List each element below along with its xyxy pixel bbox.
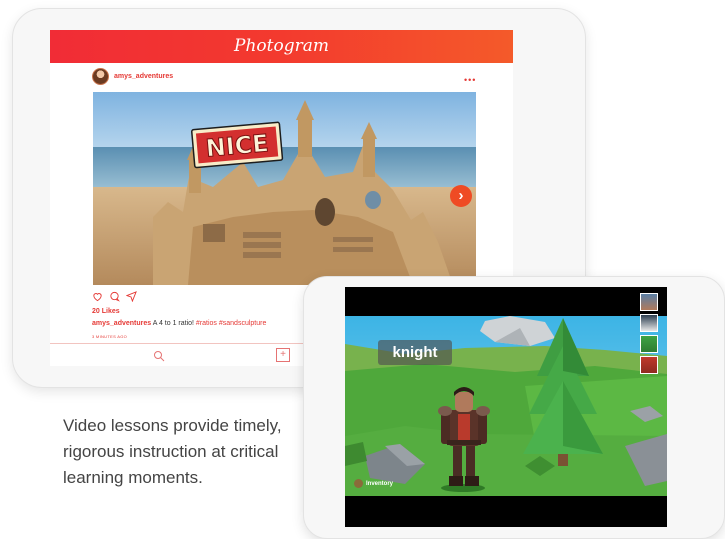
post-caption: amys_adventures A 4 to 1 ratio! #ratios … xyxy=(92,320,266,327)
post-timestamp: 3 MINUTES AGO xyxy=(92,334,128,339)
character-icon-knight[interactable] xyxy=(640,293,658,311)
heart-icon[interactable] xyxy=(92,289,103,307)
search-icon[interactable] xyxy=(153,349,165,366)
character-icon-penguin[interactable] xyxy=(640,314,658,332)
inventory-label: Inventory xyxy=(366,480,394,487)
caption-text: A 4 to 1 ratio! xyxy=(151,320,196,327)
caption-username[interactable]: amys_adventures xyxy=(92,320,151,327)
caption-hashtags[interactable]: #ratios #sandsculpture xyxy=(196,320,266,327)
likes-count[interactable]: 20 Likes xyxy=(92,308,120,315)
nice-sticker-text: NICE xyxy=(205,129,270,162)
next-image-button[interactable]: › xyxy=(450,185,472,207)
share-icon[interactable] xyxy=(125,289,137,307)
post-username[interactable]: amys_adventures xyxy=(114,73,173,80)
comment-icon[interactable] xyxy=(109,289,120,307)
promo-text: Video lessons provide timely, rigorous i… xyxy=(63,416,282,487)
bag-icon xyxy=(354,479,363,488)
avatar[interactable] xyxy=(92,67,109,85)
post-header[interactable]: amys_adventures xyxy=(92,67,173,85)
app-title: Photogram xyxy=(50,30,513,63)
post-actions xyxy=(92,289,137,307)
more-options-icon[interactable]: ••• xyxy=(464,75,476,85)
post-image: NICE xyxy=(93,92,476,285)
character-menu xyxy=(640,293,658,377)
video-lesson-screen: knight Inventory xyxy=(345,287,667,527)
add-post-icon[interactable]: + xyxy=(276,348,290,362)
chest-icon[interactable] xyxy=(640,356,658,374)
vocab-word-label: knight xyxy=(378,340,452,365)
inventory-button[interactable]: Inventory xyxy=(354,479,393,488)
tree-icon[interactable] xyxy=(640,335,658,353)
